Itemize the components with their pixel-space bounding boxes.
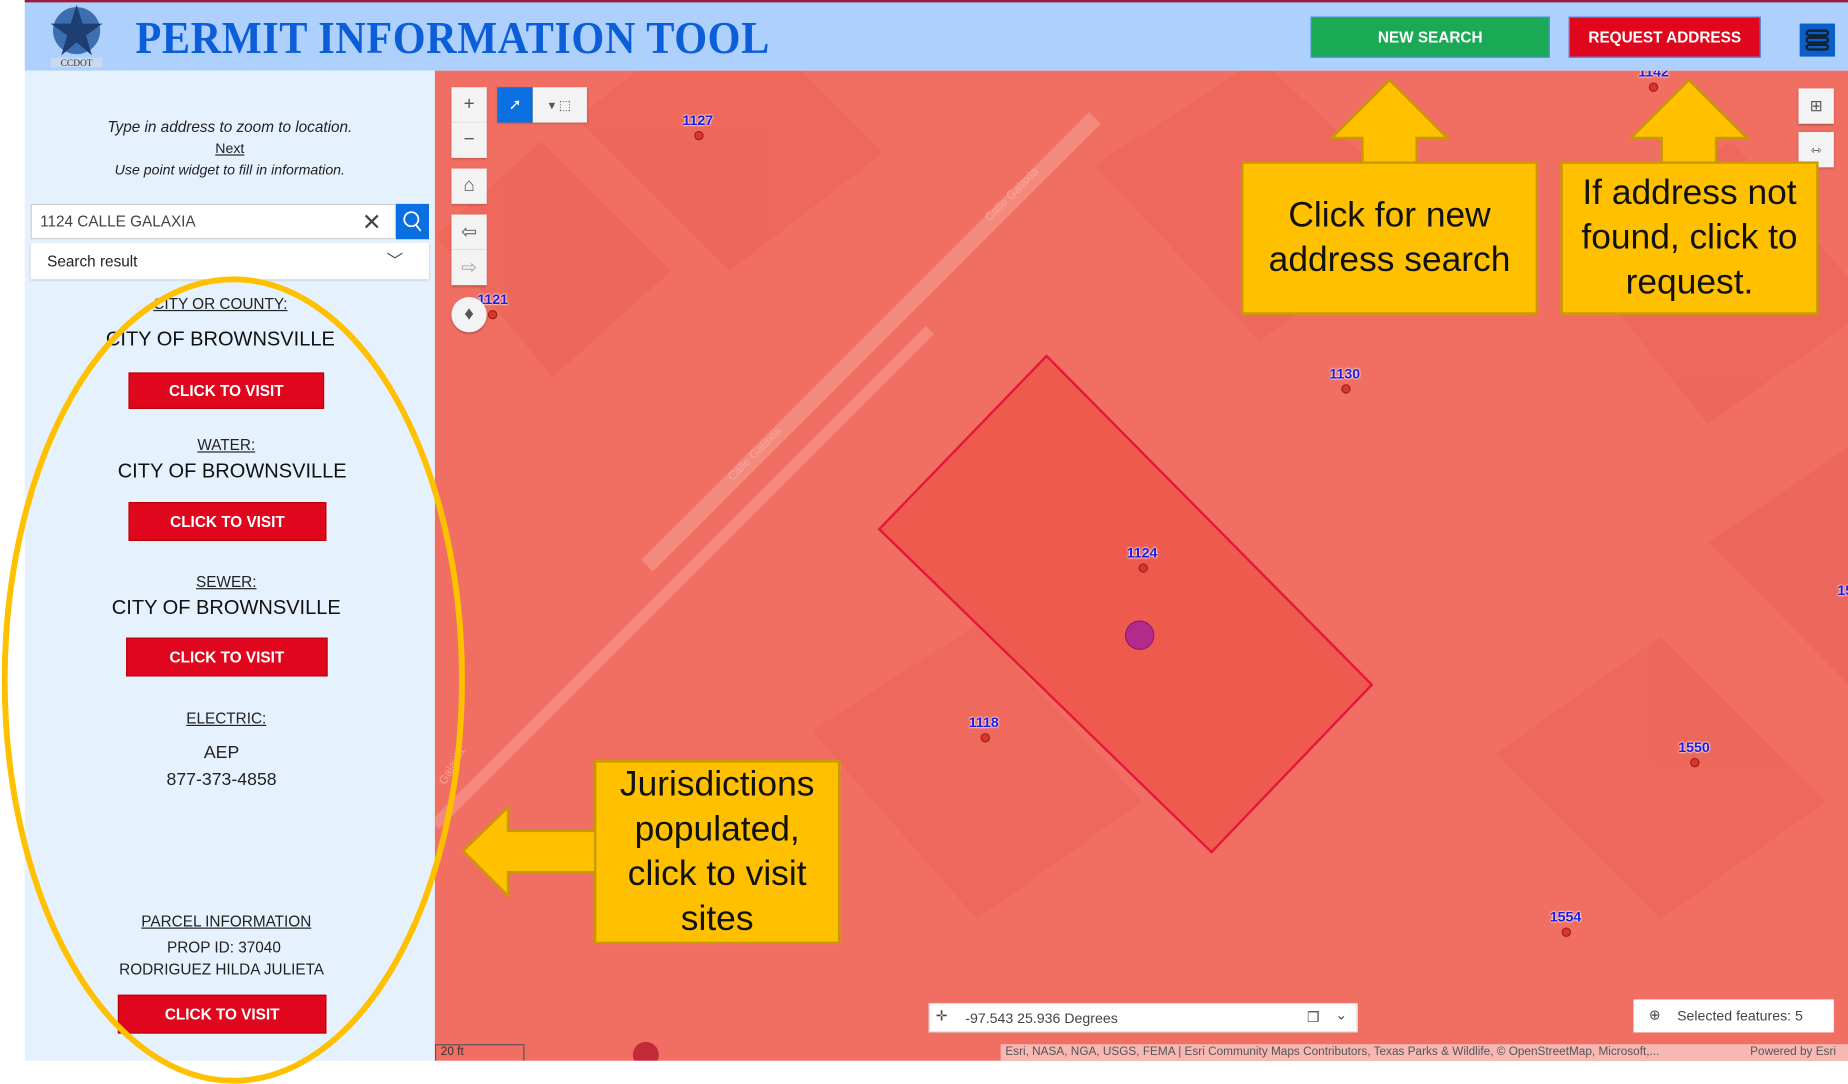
city-value: CITY OF BROWNSVILLE [105,327,335,351]
search-result-select[interactable]: Search result ﹀ [30,242,429,280]
select-options-button[interactable]: ▾ ⬚ [532,87,587,123]
arrow-right-icon: ⇨ [461,258,477,279]
parcel-label: 1124 [1126,544,1158,561]
callout-jurisdictions: Jurisdictions populated, click to visit … [593,760,841,945]
coordinate-widget[interactable]: ✛ -97.543 25.936 Degrees ❐ ⌄ [928,1002,1358,1033]
app-header: CCDOT PERMIT INFORMATION TOOL NEW SEARCH… [24,0,1848,71]
copy-icon[interactable]: ❐ [1307,1009,1320,1026]
water-visit-button[interactable]: CLICK TO VISIT [128,502,327,541]
parcel-label: 1118 [968,714,999,731]
zoom-in-button[interactable]: + [451,87,487,123]
zoom-out-button[interactable]: − [451,122,487,158]
chevron-down-icon: ﹀ [386,251,404,270]
electric-phone: 877-373-4858 [166,769,277,790]
search-input[interactable]: 1124 CALLE GALAXIA ✕ [30,203,396,240]
sewer-value: CITY OF BROWNSVILLE [111,596,341,619]
search-input-value: 1124 CALLE GALAXIA [40,212,196,230]
sewer-label: SEWER: [196,572,257,591]
search-icon [403,211,422,232]
parcel-label: PARCEL INFORMATION [141,912,312,930]
menu-button[interactable] [1799,23,1836,57]
callout-new-search: Click for new address search [1241,161,1539,315]
next-extent-button[interactable]: ⇨ [451,249,487,286]
parcel-label: 1142 [1638,70,1669,81]
electric-value: AEP [203,742,240,763]
instruction-text: Type in address to zoom to location. [107,117,353,136]
home-icon: ⌂ [463,175,475,196]
crosshair-icon: ✛ [935,1007,948,1025]
sidebar: Type in address to zoom to location. Nex… [24,70,435,1061]
new-search-button[interactable]: NEW SEARCH [1310,16,1550,58]
powered-by-link[interactable]: Powered by Esri [1750,1045,1836,1058]
zoom-selection-icon: ⊕ [1648,1006,1661,1023]
water-label: WATER: [197,436,256,454]
parcel-label: 1127 [682,111,714,129]
prop-id: PROP ID: 37040 [167,938,281,956]
grid-icon: ⊞ [1809,96,1823,115]
parcel-label: 1130 [1329,365,1361,382]
callout-request-address: If address not found, click to request. [1560,161,1819,315]
clear-icon[interactable]: ✕ [362,207,382,236]
previous-extent-button[interactable]: ⇦ [451,214,487,250]
sewer-visit-button[interactable]: CLICK TO VISIT [126,637,328,677]
attribution-text: Esri, NASA, NGA, USGS, FEMA | Esri Commu… [1005,1045,1660,1059]
city-visit-button[interactable]: CLICK TO VISIT [128,372,325,409]
request-address-button[interactable]: REQUEST ADDRESS [1568,16,1761,58]
parcel-label: 1554 [1549,908,1582,926]
scale-bar: 20 ft [434,1044,525,1061]
select-value: Search result [47,252,138,270]
selected-features-badge[interactable]: ⊕ Selected features: 5 [1633,999,1834,1033]
ruler-icon: ⇿ [1810,143,1822,158]
hamburger-icon [1805,29,1830,51]
owner-name: RODRIGUEZ HILDA JULIETA [119,960,325,979]
parcel-label: 15 [1837,582,1848,599]
parcel-visit-button[interactable]: CLICK TO VISIT [117,994,327,1034]
page-title: PERMIT INFORMATION TOOL [135,12,770,64]
attribution-bar: Esri, NASA, NGA, USGS, FEMA | Esri Commu… [1000,1044,1848,1061]
water-value: CITY OF BROWNSVILLE [117,459,347,483]
cursor-icon: ➚ [508,95,522,114]
home-button[interactable]: ⌂ [451,168,487,204]
instruction-text-2: Use point widget to fill in information. [114,161,345,178]
selected-features-text: Selected features: 5 [1677,1007,1803,1025]
svg-text:CCDOT: CCDOT [61,59,93,68]
search-button[interactable] [395,203,429,240]
electric-label: ELECTRIC: [186,709,267,728]
ccdot-logo: CCDOT [50,4,103,68]
arrow-left-icon: ⇦ [461,222,477,243]
compass-icon: ♦ [464,304,474,325]
chevron-down-icon[interactable]: ⌄ [1335,1006,1347,1023]
caret-down-icon: ▾ ⬚ [548,98,571,113]
layout-button[interactable]: ⊞ [1798,88,1834,124]
city-label: CITY OR COUNTY: [153,294,288,313]
coordinate-readout: -97.543 25.936 Degrees [965,1010,1118,1027]
parcel-label: 1550 [1678,738,1710,756]
compass-button[interactable]: ♦ [451,296,487,333]
select-tool-button[interactable]: ➚ [497,87,533,123]
next-link[interactable]: Next [25,140,435,156]
